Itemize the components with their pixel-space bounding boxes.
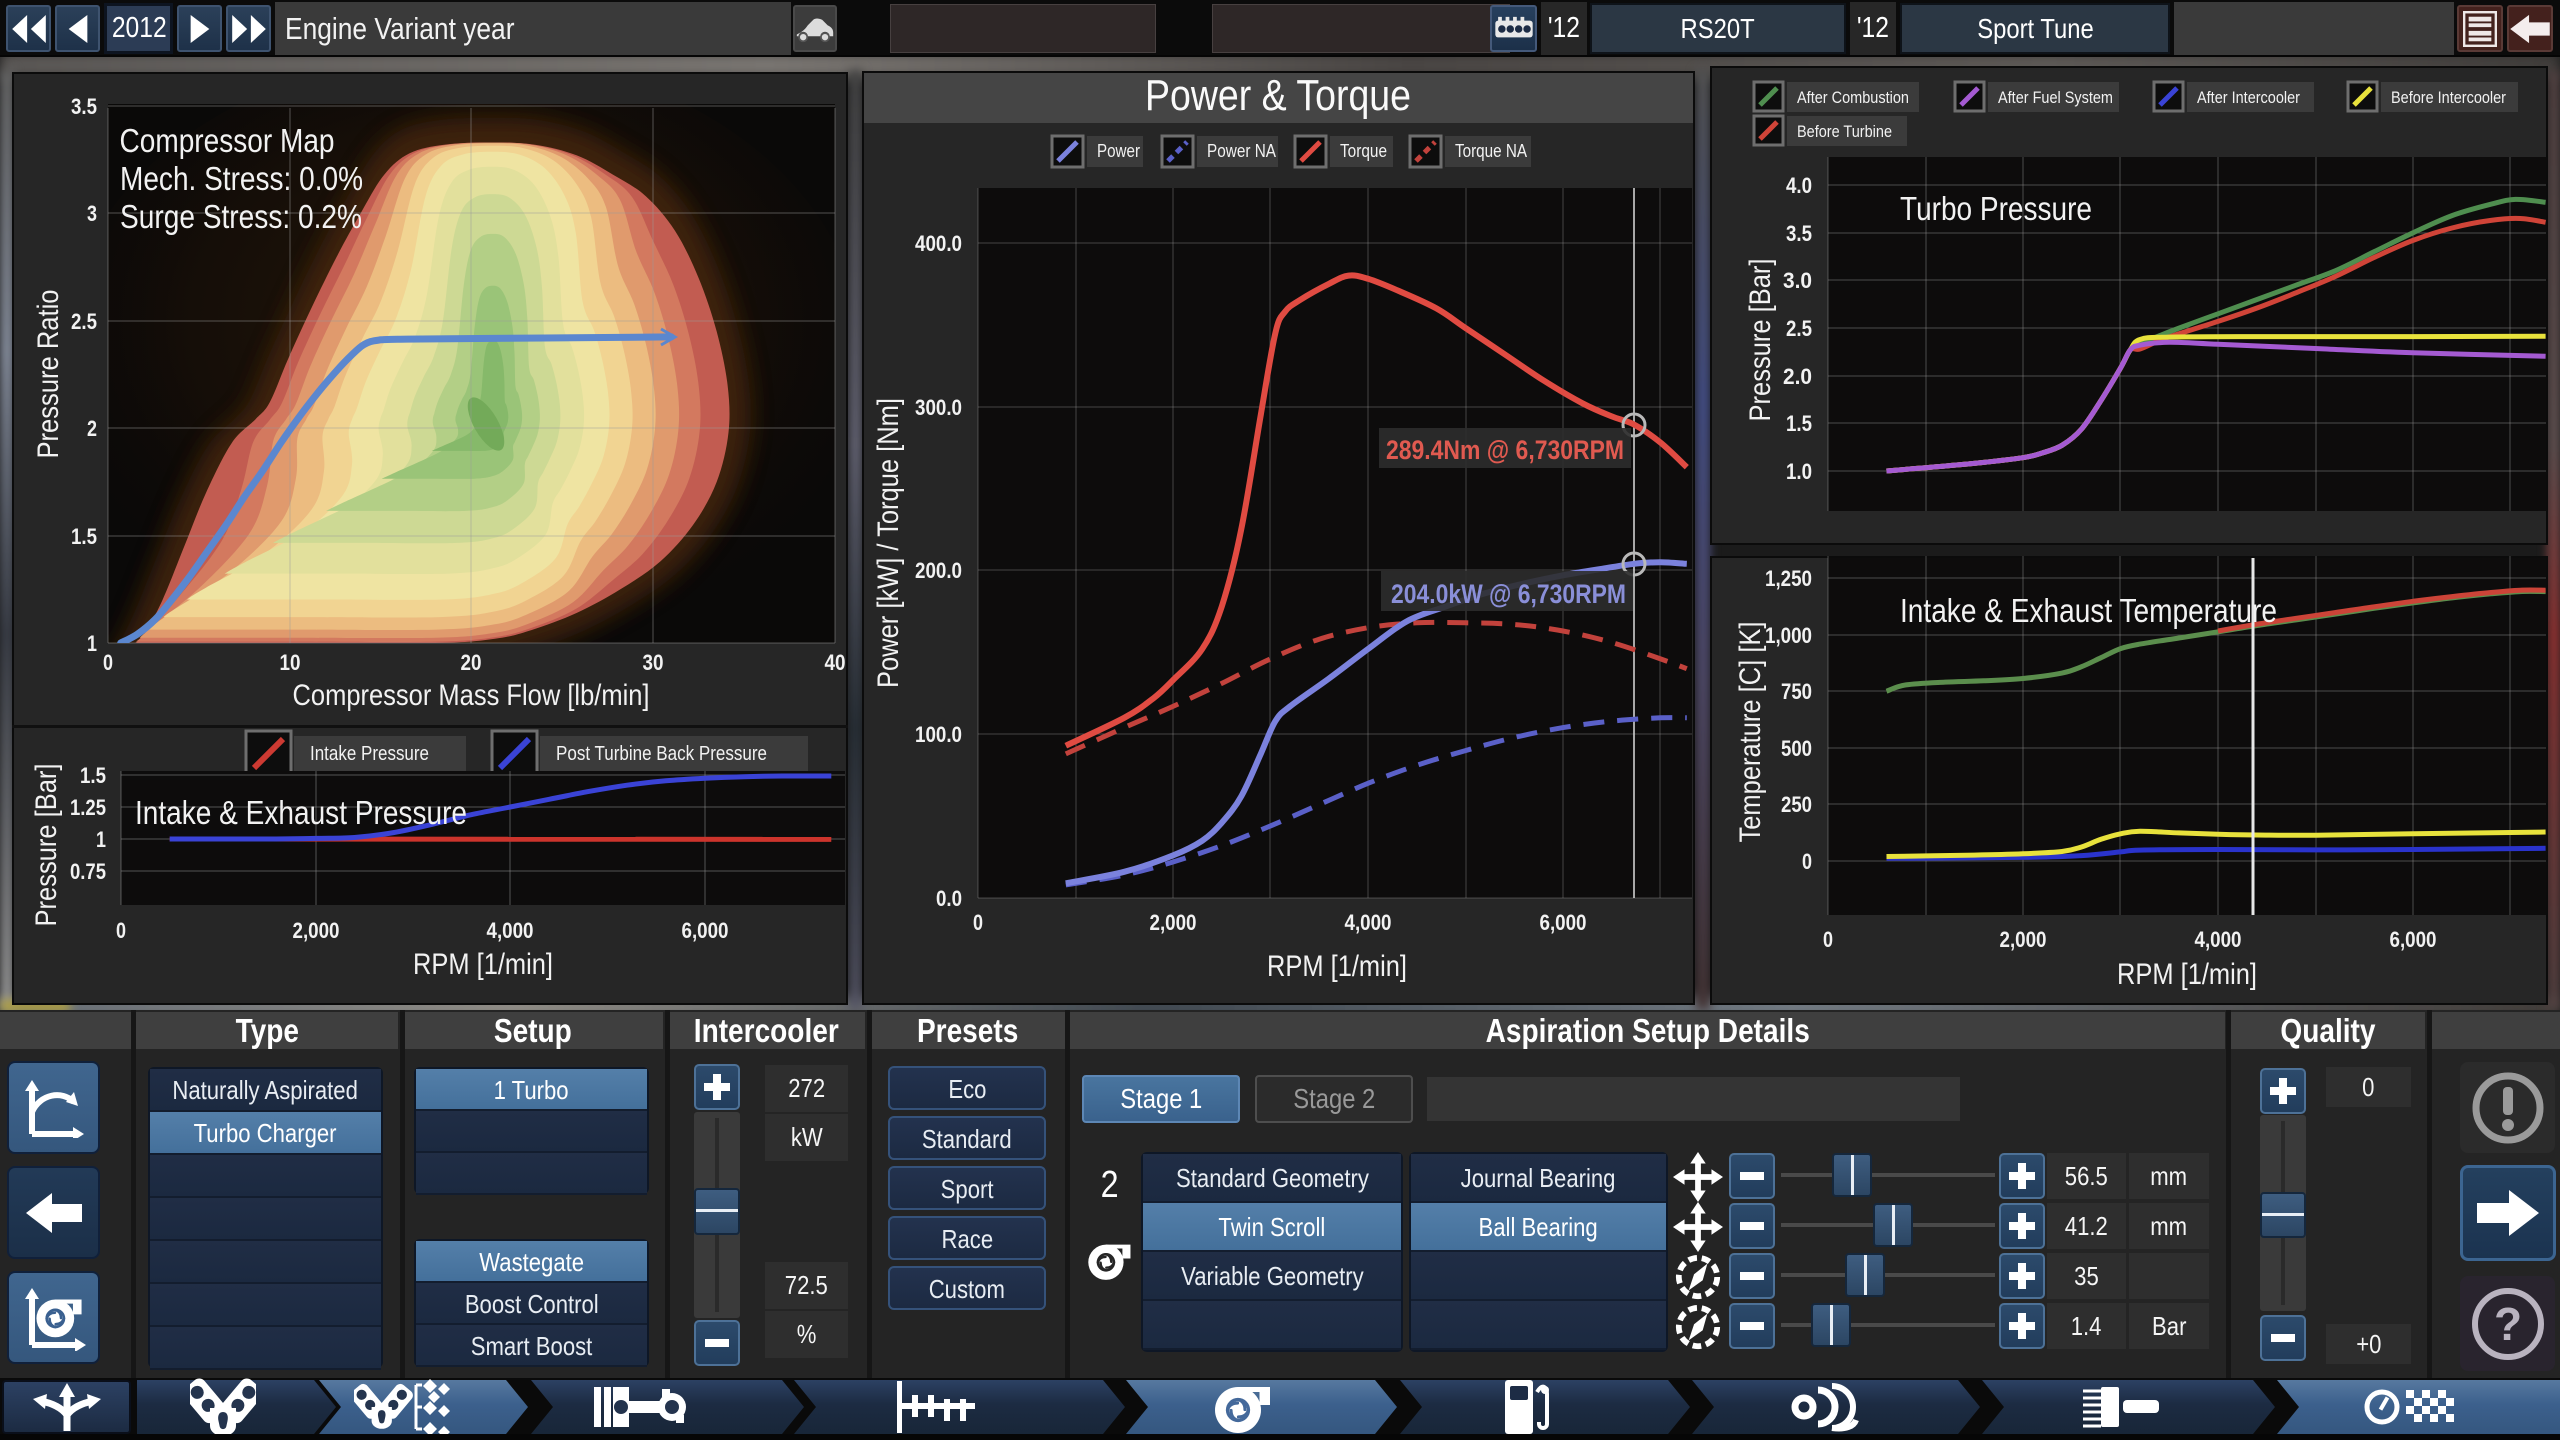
svg-text:1.0: 1.0 [1786, 459, 1812, 484]
svg-text:204.0kW @ 6,730RPM: 204.0kW @ 6,730RPM [1391, 579, 1626, 609]
svg-text:2.5: 2.5 [71, 309, 97, 334]
svg-text:4,000: 4,000 [1345, 910, 1392, 935]
svg-text:Post Turbine Back Pressure: Post Turbine Back Pressure [556, 743, 767, 765]
svg-text:500: 500 [1781, 736, 1812, 761]
svg-text:1: 1 [96, 827, 106, 852]
svg-text:3.0: 3.0 [1783, 268, 1812, 293]
svg-text:6,000: 6,000 [682, 918, 729, 943]
svg-text:Compressor Map: Compressor Map [120, 122, 335, 159]
svg-text:20: 20 [461, 650, 482, 675]
svg-text:2,000: 2,000 [1150, 910, 1197, 935]
svg-text:Intake Pressure: Intake Pressure [310, 743, 429, 765]
svg-text:Compressor Mass Flow [lb/min]: Compressor Mass Flow [lb/min] [293, 679, 650, 712]
svg-text:Power [kW] / Torque [Nm]: Power [kW] / Torque [Nm] [872, 398, 905, 688]
svg-text:1: 1 [87, 631, 97, 656]
svg-text:4,000: 4,000 [487, 918, 534, 943]
svg-text:0.0: 0.0 [936, 886, 962, 911]
svg-text:Power NA: Power NA [1207, 141, 1276, 161]
svg-text:Pressure Ratio: Pressure Ratio [32, 290, 65, 459]
svg-text:After Combustion: After Combustion [1797, 88, 1909, 107]
svg-text:Mech. Stress: 0.0%: Mech. Stress: 0.0% [120, 160, 363, 197]
svg-text:0: 0 [1802, 849, 1812, 874]
svg-text:Intake & Exhaust Temperature: Intake & Exhaust Temperature [1900, 592, 2277, 629]
svg-text:2: 2 [87, 416, 97, 441]
svg-text:Intake & Exhaust Pressure: Intake & Exhaust Pressure [135, 794, 467, 831]
svg-text:3.5: 3.5 [1786, 221, 1812, 246]
svg-text:1,250: 1,250 [1765, 566, 1812, 591]
svg-text:3.5: 3.5 [71, 94, 97, 119]
svg-text:1.5: 1.5 [80, 763, 106, 788]
svg-text:0: 0 [1823, 927, 1833, 952]
svg-text:6,000: 6,000 [2390, 927, 2437, 952]
svg-text:Pressure [Bar]: Pressure [Bar] [1744, 259, 1777, 422]
svg-text:4,000: 4,000 [2195, 927, 2242, 952]
svg-text:0: 0 [116, 918, 126, 943]
svg-text:0: 0 [103, 650, 113, 675]
svg-text:Torque: Torque [1340, 141, 1387, 161]
svg-text:Power & Torque: Power & Torque [1145, 71, 1411, 120]
svg-text:?: ? [2493, 1298, 2521, 1350]
svg-text:RPM [1/min]: RPM [1/min] [1267, 950, 1407, 983]
svg-text:250: 250 [1781, 792, 1812, 817]
svg-text:3: 3 [87, 201, 97, 226]
svg-text:4.0: 4.0 [1786, 173, 1812, 198]
svg-text:40: 40 [825, 650, 846, 675]
svg-text:Temperature [C] [K]: Temperature [C] [K] [1734, 622, 1767, 843]
svg-text:2,000: 2,000 [2000, 927, 2047, 952]
svg-text:Torque NA: Torque NA [1455, 141, 1527, 161]
svg-text:Turbo Pressure: Turbo Pressure [1900, 190, 2092, 227]
svg-text:1,000: 1,000 [1765, 623, 1812, 648]
svg-text:0.75: 0.75 [70, 859, 106, 884]
svg-text:6,000: 6,000 [1540, 910, 1587, 935]
svg-text:After Fuel System: After Fuel System [1998, 88, 2113, 107]
svg-text:RPM [1/min]: RPM [1/min] [2117, 958, 2257, 991]
svg-text:2.5: 2.5 [1786, 316, 1812, 341]
svg-text:1.25: 1.25 [70, 795, 106, 820]
svg-text:2.0: 2.0 [1783, 364, 1812, 389]
svg-text:200.0: 200.0 [915, 558, 962, 583]
svg-text:RPM [1/min]: RPM [1/min] [413, 948, 553, 981]
svg-text:300.0: 300.0 [915, 395, 962, 420]
svg-text:750: 750 [1781, 679, 1812, 704]
svg-text:2,000: 2,000 [293, 918, 340, 943]
svg-text:10: 10 [280, 650, 301, 675]
svg-text:Before Turbine: Before Turbine [1797, 122, 1892, 141]
svg-text:30: 30 [643, 650, 664, 675]
svg-text:289.4Nm @ 6,730RPM: 289.4Nm @ 6,730RPM [1386, 435, 1624, 465]
svg-text:1.5: 1.5 [1786, 411, 1812, 436]
svg-text:Surge Stress: 0.2%: Surge Stress: 0.2% [120, 198, 362, 235]
svg-text:Power: Power [1097, 141, 1140, 161]
svg-text:100.0: 100.0 [915, 722, 962, 747]
svg-text:Before Intercooler: Before Intercooler [2391, 88, 2506, 107]
svg-text:0: 0 [973, 910, 983, 935]
svg-text:1.5: 1.5 [71, 524, 97, 549]
svg-text:After Intercooler: After Intercooler [2197, 88, 2300, 107]
svg-text:Pressure [Bar]: Pressure [Bar] [30, 764, 63, 927]
svg-text:400.0: 400.0 [915, 231, 962, 256]
